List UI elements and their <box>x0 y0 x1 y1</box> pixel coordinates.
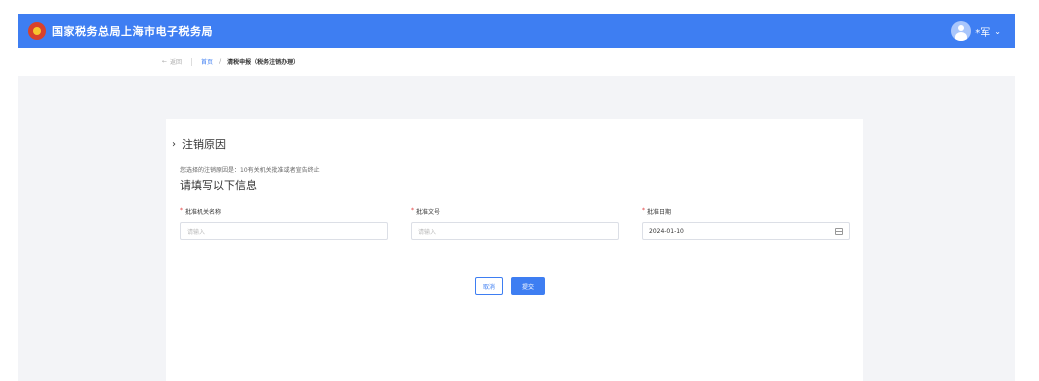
approval-number-input[interactable]: 请输入 <box>411 222 619 240</box>
approval-authority-label: 批准机关名称 <box>185 209 222 216</box>
calendar-icon[interactable] <box>835 227 843 235</box>
back-button[interactable]: ← 返回 <box>162 57 182 66</box>
approval-number-placeholder: 请输入 <box>418 228 437 236</box>
brand[interactable]: 国家税务总局上海市电子税务局 <box>28 22 213 40</box>
back-label: 返回 <box>170 59 183 66</box>
cancellation-reason-text: 您选择的注销原因是：10有关机关批准或者宣告终止 <box>180 167 320 174</box>
required-mark: * <box>642 207 645 214</box>
field-label: * 批准机关名称 <box>180 207 388 216</box>
chevron-down-icon[interactable]: ⌄ <box>994 27 1001 36</box>
section-title: 注销原因 <box>182 138 226 151</box>
approval-date-value: 2024-01-10 <box>649 227 684 235</box>
section-header: › 注销原因 <box>172 136 226 152</box>
divider <box>191 57 193 66</box>
arrow-left-icon: ← <box>162 58 168 65</box>
required-mark: * <box>411 207 414 214</box>
form-actions: 取消 提交 <box>475 277 545 295</box>
user-menu[interactable]: *军 ⌄ <box>951 21 1001 41</box>
approval-date-field: * 批准日期 2024-01-10 <box>642 207 850 240</box>
approval-date-picker[interactable]: 2024-01-10 <box>642 222 850 240</box>
required-mark: * <box>180 207 183 214</box>
avatar[interactable] <box>951 21 972 41</box>
approval-authority-input[interactable]: 请输入 <box>180 222 388 240</box>
top-header: 国家税务总局上海市电子税务局 *军 ⌄ <box>18 14 1015 48</box>
approval-number-label: 批准文号 <box>416 209 441 216</box>
tax-emblem-icon <box>28 22 46 40</box>
breadcrumb-separator: / <box>219 58 222 65</box>
breadcrumb: ← 返回 首页 / 清税申报（税务注销办理） <box>162 57 299 66</box>
form-title: 请填写以下信息 <box>180 179 257 192</box>
approval-number-field: * 批准文号 请输入 <box>411 207 619 240</box>
user-name: *军 <box>975 27 991 39</box>
breadcrumb-home-link[interactable]: 首页 <box>201 57 213 66</box>
form-card <box>166 119 863 381</box>
field-label: * 批准文号 <box>411 207 619 216</box>
site-title: 国家税务总局上海市电子税务局 <box>52 25 213 38</box>
field-label: * 批准日期 <box>642 207 850 216</box>
breadcrumb-current: 清税申报（税务注销办理） <box>227 59 300 66</box>
approval-authority-placeholder: 请输入 <box>187 228 206 236</box>
approval-date-label: 批准日期 <box>647 209 672 216</box>
approval-authority-field: * 批准机关名称 请输入 <box>180 207 388 240</box>
submit-button[interactable]: 提交 <box>511 277 545 295</box>
chevron-right-icon: › <box>172 138 176 150</box>
cancel-button[interactable]: 取消 <box>475 277 503 295</box>
